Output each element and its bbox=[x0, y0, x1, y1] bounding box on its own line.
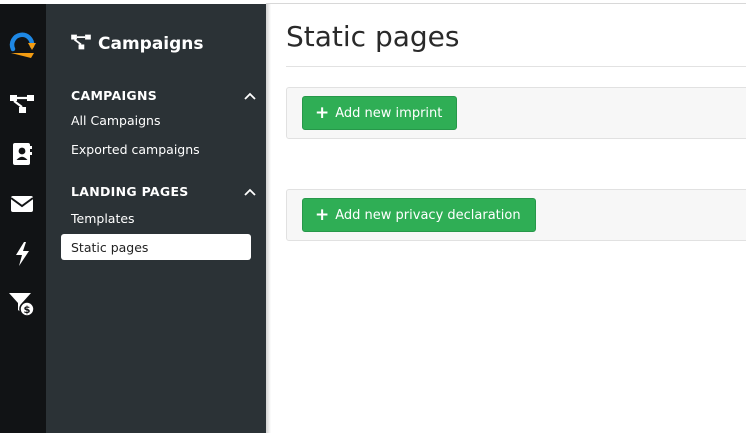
title-divider bbox=[286, 66, 746, 67]
campaigns-icon[interactable] bbox=[8, 90, 36, 118]
button-label: Add new privacy declaration bbox=[335, 207, 521, 223]
nav-item-label: Templates bbox=[71, 210, 135, 226]
plus-icon: + bbox=[315, 102, 330, 123]
button-label: Add new imprint bbox=[335, 105, 443, 121]
nav-item-label: All Campaigns bbox=[71, 112, 161, 128]
plus-icon: + bbox=[315, 204, 330, 225]
nav-item-static-pages[interactable]: Static pages bbox=[61, 234, 251, 260]
section-label: LANDING PAGES bbox=[71, 183, 189, 199]
section-header-landing-pages[interactable]: LANDING PAGES bbox=[71, 182, 256, 200]
section-label: CAMPAIGNS bbox=[71, 87, 158, 103]
panel-header: Campaigns bbox=[70, 32, 204, 56]
page-title: Static pages bbox=[286, 20, 460, 53]
brand-logo-icon[interactable] bbox=[7, 28, 39, 60]
contacts-icon[interactable] bbox=[8, 140, 36, 168]
privacy-card: + Add new privacy declaration bbox=[286, 189, 746, 241]
nav-item-exported-campaigns[interactable]: Exported campaigns bbox=[61, 136, 251, 162]
mail-icon[interactable] bbox=[8, 190, 36, 218]
campaigns-header-icon bbox=[70, 33, 92, 56]
nav-item-label: Exported campaigns bbox=[71, 141, 200, 157]
panel-title: Campaigns bbox=[98, 34, 204, 54]
add-privacy-declaration-button[interactable]: + Add new privacy declaration bbox=[302, 198, 536, 232]
nav-item-all-campaigns[interactable]: All Campaigns bbox=[61, 107, 251, 133]
main-content: Static pages + Add new imprint + Add new… bbox=[266, 0, 746, 433]
icon-rail: $ bbox=[0, 4, 46, 433]
top-divider bbox=[266, 3, 746, 4]
chevron-up-icon[interactable] bbox=[244, 88, 256, 103]
secondary-nav-panel: Campaigns CAMPAIGNS All Campaigns Export… bbox=[46, 4, 266, 433]
nav-item-label: Static pages bbox=[71, 239, 149, 255]
imprint-card: + Add new imprint bbox=[286, 87, 746, 139]
chevron-up-icon[interactable] bbox=[244, 184, 256, 199]
add-imprint-button[interactable]: + Add new imprint bbox=[302, 96, 458, 130]
svg-text:$: $ bbox=[24, 305, 31, 316]
funnel-dollar-icon[interactable]: $ bbox=[8, 290, 36, 318]
nav-item-templates[interactable]: Templates bbox=[61, 205, 251, 231]
automation-icon[interactable] bbox=[8, 240, 36, 268]
section-header-campaigns[interactable]: CAMPAIGNS bbox=[71, 86, 256, 104]
